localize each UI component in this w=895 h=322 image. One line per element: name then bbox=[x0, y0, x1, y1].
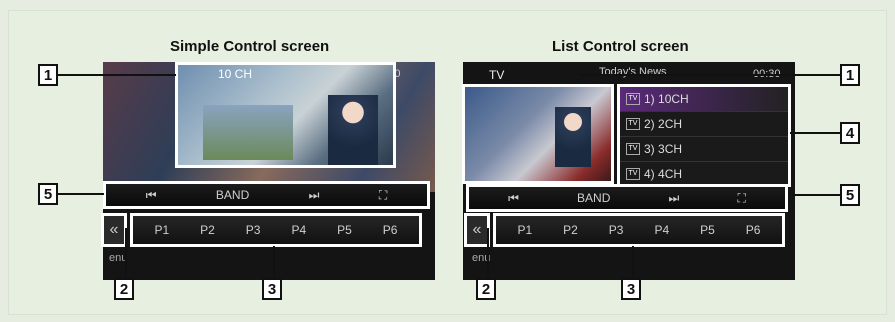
simple-control-bar: ⏮ BAND ⏭ ⛶ bbox=[103, 181, 430, 209]
channel-number: 1) bbox=[644, 92, 655, 106]
channel-list-item[interactable]: TV 1) 10CH bbox=[620, 87, 788, 112]
callout-badge: 4 bbox=[840, 122, 860, 144]
channel-list: TV 1) 10CH TV 2) 2CH TV 3) 3CH TV 4) 4CH bbox=[617, 84, 791, 187]
callout-badge: 3 bbox=[621, 278, 641, 300]
channel-name: 4CH bbox=[658, 167, 683, 181]
preset-button[interactable]: P3 bbox=[246, 223, 261, 237]
simple-control-title: Simple Control screen bbox=[170, 38, 330, 55]
preset-button[interactable]: P1 bbox=[517, 223, 532, 237]
preset-button[interactable]: P5 bbox=[700, 223, 715, 237]
next-button[interactable]: ⏭ bbox=[669, 191, 680, 206]
callout-badge: 2 bbox=[476, 278, 496, 300]
channel-number: 3) bbox=[644, 142, 655, 156]
band-button[interactable]: BAND bbox=[577, 191, 610, 205]
callout-line bbox=[58, 74, 176, 76]
anchor-figure bbox=[328, 95, 378, 165]
back-button[interactable]: « bbox=[101, 213, 127, 247]
tv-icon: TV bbox=[626, 118, 640, 130]
prev-button[interactable]: ⏮ bbox=[508, 191, 519, 206]
news-label: Today's News bbox=[599, 66, 667, 78]
expand-button[interactable]: ⛶ bbox=[738, 191, 746, 206]
channel-list-item[interactable]: TV 3) 3CH bbox=[620, 137, 788, 162]
preset-button[interactable]: P2 bbox=[563, 223, 578, 237]
callout-badge: 3 bbox=[262, 278, 282, 300]
preset-bar: P1 P2 P3 P4 P5 P6 bbox=[493, 213, 785, 247]
preset-bar: P1 P2 P3 P4 P5 P6 bbox=[130, 213, 422, 247]
callout-line bbox=[487, 228, 489, 280]
preset-button[interactable]: P4 bbox=[654, 223, 669, 237]
channel-name: 10CH bbox=[658, 92, 689, 106]
callout-line bbox=[790, 194, 840, 196]
tv-icon: TV bbox=[626, 143, 640, 155]
expand-button[interactable]: ⛶ bbox=[379, 188, 387, 203]
callout-badge: 1 bbox=[840, 64, 860, 86]
source-label: TV bbox=[489, 68, 505, 82]
tv-icon: TV bbox=[626, 93, 640, 105]
channel-list-item[interactable]: TV 2) 2CH bbox=[620, 112, 788, 137]
tv-icon: TV bbox=[626, 168, 640, 180]
preset-button[interactable]: P4 bbox=[291, 223, 306, 237]
callout-line bbox=[790, 132, 840, 134]
preset-button[interactable]: P5 bbox=[337, 223, 352, 237]
callout-badge: 5 bbox=[38, 183, 58, 205]
callout-line bbox=[58, 193, 104, 195]
anchor-figure bbox=[555, 107, 591, 167]
callout-line bbox=[125, 228, 127, 280]
callout-line bbox=[632, 246, 634, 280]
preset-button[interactable]: P2 bbox=[200, 223, 215, 237]
preset-button[interactable]: P6 bbox=[383, 223, 398, 237]
channel-number: 2) bbox=[644, 117, 655, 131]
tv-video[interactable]: 10 CH bbox=[175, 62, 396, 168]
callout-badge: 1 bbox=[38, 64, 58, 86]
channel-label: 10 CH bbox=[218, 67, 253, 81]
preset-button[interactable]: P6 bbox=[746, 223, 761, 237]
callout-line bbox=[273, 246, 275, 280]
prev-button[interactable]: ⏮ bbox=[146, 188, 157, 203]
landscape-image bbox=[203, 105, 293, 160]
callout-badge: 5 bbox=[840, 184, 860, 206]
callout-badge: 2 bbox=[114, 278, 134, 300]
tv-video[interactable] bbox=[462, 84, 614, 184]
preset-button[interactable]: P1 bbox=[154, 223, 169, 237]
channel-name: 3CH bbox=[658, 142, 683, 156]
list-control-bar: ⏮ BAND ⏭ ⛶ bbox=[466, 184, 788, 212]
next-button[interactable]: ⏭ bbox=[309, 188, 320, 203]
band-button[interactable]: BAND bbox=[216, 188, 249, 202]
channel-name: 2CH bbox=[658, 117, 683, 131]
channel-number: 4) bbox=[644, 167, 655, 181]
callout-line bbox=[580, 74, 840, 76]
list-control-title: List Control screen bbox=[552, 38, 689, 55]
preset-button[interactable]: P3 bbox=[609, 223, 624, 237]
